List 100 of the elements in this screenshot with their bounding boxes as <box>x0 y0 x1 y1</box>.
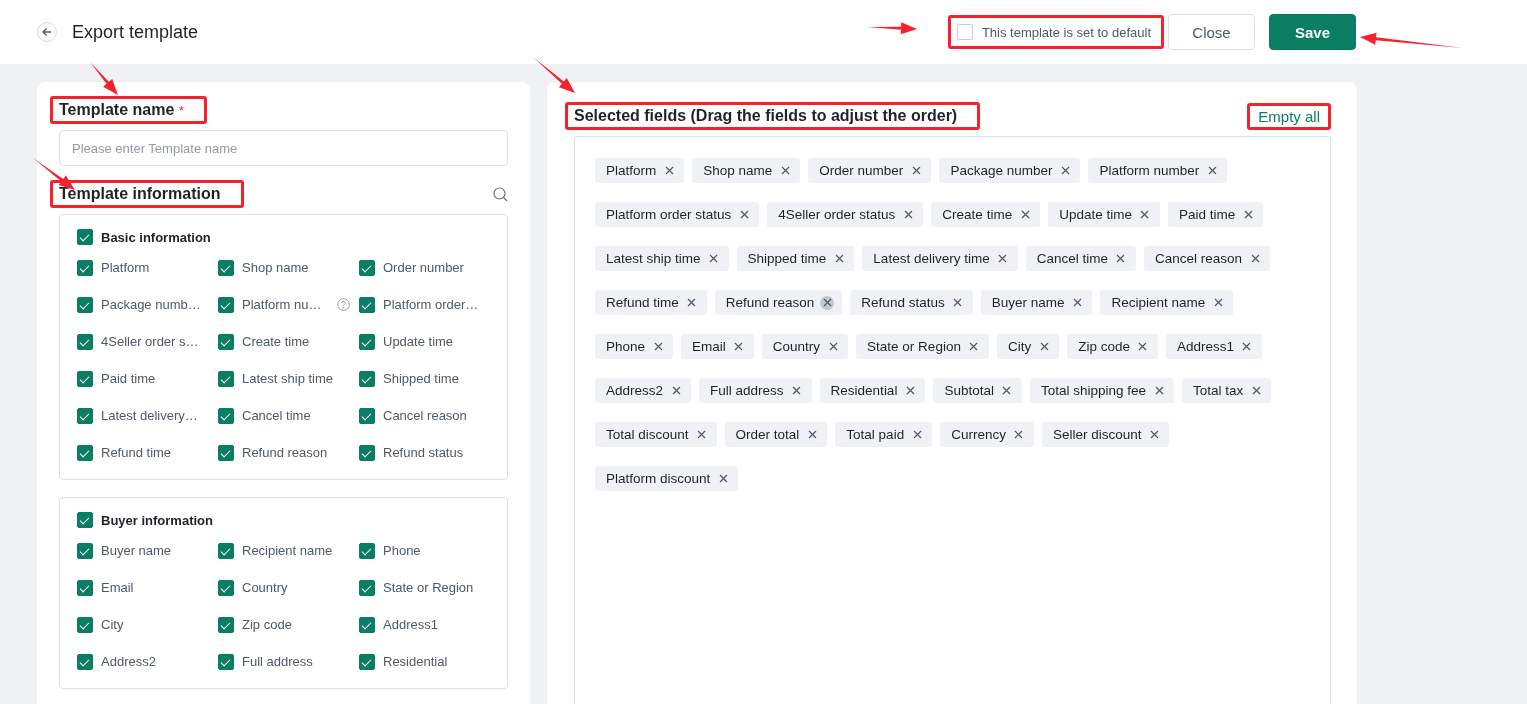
field-tag[interactable]: Recipient name <box>1100 290 1234 315</box>
field-tag[interactable]: Platform discount <box>595 466 739 491</box>
checkbox[interactable] <box>77 259 93 276</box>
tag-label: Refund reason <box>725 295 815 310</box>
field-tag[interactable]: Currency <box>940 422 1034 447</box>
field-label: Template name * <box>50 96 207 124</box>
template-name-input[interactable]: Please enter Template name <box>59 130 508 166</box>
field-label: Platform nu… <box>242 297 322 312</box>
field-tag[interactable]: Address2 <box>595 378 692 403</box>
tag-label: City <box>1007 339 1032 354</box>
field-tag[interactable]: Full address <box>699 378 812 403</box>
save-button[interactable]: Save <box>1269 14 1356 50</box>
checkbox[interactable] <box>218 653 234 670</box>
field-label: Recipient name <box>242 543 333 558</box>
field-tag[interactable]: Residential <box>819 378 926 403</box>
remove-icon[interactable] <box>820 295 835 310</box>
field-label: Buyer name <box>101 543 172 558</box>
field-tag[interactable]: Refund status <box>850 290 973 315</box>
field-tag[interactable]: Address1 <box>1165 334 1262 359</box>
field-tag[interactable]: Total tax <box>1182 378 1272 403</box>
close-button[interactable]: Close <box>1168 14 1255 50</box>
field-tag[interactable]: Create time <box>931 202 1041 227</box>
checkbox[interactable] <box>218 616 234 633</box>
field-tag[interactable]: Zip code <box>1067 334 1158 359</box>
field-tag[interactable]: Cancel reason <box>1143 246 1270 271</box>
checkbox[interactable] <box>77 370 93 387</box>
checkbox[interactable] <box>359 579 375 596</box>
tag-label: Cancel reason <box>1154 251 1242 266</box>
field-tag[interactable]: Platform number <box>1088 158 1228 183</box>
checkbox[interactable] <box>359 616 375 633</box>
tag-label: Order total <box>735 427 800 442</box>
checkbox[interactable] <box>77 653 93 670</box>
field-tag[interactable]: Refund time <box>595 290 707 315</box>
field-label: Update time <box>383 334 454 349</box>
tag-label: State or Region <box>867 339 961 354</box>
checkbox[interactable] <box>77 579 93 596</box>
checkbox[interactable] <box>77 444 93 461</box>
tag-label: Latest ship time <box>606 251 701 266</box>
field-tag[interactable]: Buyer name <box>980 290 1093 315</box>
field-tag[interactable]: Email <box>681 334 754 359</box>
search-icon[interactable] <box>493 186 508 202</box>
checkbox[interactable] <box>77 512 93 528</box>
checkbox[interactable] <box>218 296 234 313</box>
checkbox[interactable] <box>77 407 93 424</box>
tag-label: Recipient name <box>1111 295 1206 310</box>
checkbox[interactable] <box>359 259 375 276</box>
checkbox[interactable] <box>359 407 375 424</box>
checkbox[interactable] <box>77 616 93 633</box>
checkbox[interactable] <box>77 296 93 313</box>
field-tag[interactable]: Phone <box>595 334 674 359</box>
field-label: Latest ship time <box>242 371 334 386</box>
field-tag[interactable]: Cancel time <box>1025 246 1136 271</box>
tag-label: Country <box>772 339 821 354</box>
checkbox[interactable] <box>359 296 375 313</box>
field-tag[interactable]: City <box>996 334 1060 359</box>
field-tag[interactable]: Shop name <box>692 158 801 183</box>
field-tag[interactable]: Total shipping fee <box>1029 378 1174 403</box>
default-checkbox[interactable]: This template is set to default <box>947 15 1164 49</box>
field-label: Order number <box>383 260 464 275</box>
field-tag[interactable]: Latest ship time <box>595 246 729 271</box>
checkbox[interactable] <box>77 333 93 350</box>
checkbox[interactable] <box>218 333 234 350</box>
field-tag[interactable]: Shipped time <box>736 246 855 271</box>
checkbox[interactable] <box>77 229 93 245</box>
field-tag[interactable]: Country <box>761 334 849 359</box>
field-label: Full address <box>242 654 313 669</box>
field-tag[interactable]: Refund reason <box>714 290 843 315</box>
field-label: Platform order… <box>383 297 479 312</box>
checkbox[interactable] <box>77 542 93 559</box>
checkbox[interactable] <box>218 542 234 559</box>
field-tag[interactable]: Package number <box>939 158 1081 183</box>
field-tag[interactable]: Total paid <box>835 422 933 447</box>
checkbox[interactable] <box>359 444 375 461</box>
field-tag[interactable]: Order number <box>808 158 932 183</box>
field-tag[interactable]: State or Region <box>856 334 989 359</box>
field-tag[interactable]: Platform order status <box>595 202 760 227</box>
field-tag[interactable]: Seller discount <box>1041 422 1170 447</box>
field-tag[interactable]: Paid time <box>1167 202 1264 227</box>
checkbox[interactable] <box>359 370 375 387</box>
tag-label: Total tax <box>1193 383 1244 398</box>
field-tag[interactable]: Update time <box>1048 202 1160 227</box>
checkbox[interactable] <box>359 333 375 350</box>
checkbox[interactable] <box>359 542 375 559</box>
empty-all-link[interactable]: Empty all <box>1247 102 1331 130</box>
checkbox[interactable] <box>218 259 234 276</box>
field-label: Address2 <box>101 654 156 669</box>
tag-label: Cancel time <box>1036 251 1108 266</box>
checkbox[interactable] <box>218 370 234 387</box>
checkbox[interactable] <box>218 407 234 424</box>
field-tag[interactable]: Subtotal <box>933 378 1022 403</box>
field-label: Shop name <box>242 260 309 275</box>
field-tag[interactable]: Total discount <box>595 422 717 447</box>
checkbox[interactable] <box>218 579 234 596</box>
checkbox[interactable] <box>359 653 375 670</box>
checkbox[interactable] <box>218 444 234 461</box>
field-tag[interactable]: Latest delivery time <box>862 246 1018 271</box>
field-tag[interactable]: Platform <box>595 158 685 183</box>
field-tag[interactable]: Order total <box>724 422 828 447</box>
field-tag[interactable]: 4Seller order status <box>767 202 924 227</box>
tag-label: Total shipping fee <box>1040 383 1146 398</box>
